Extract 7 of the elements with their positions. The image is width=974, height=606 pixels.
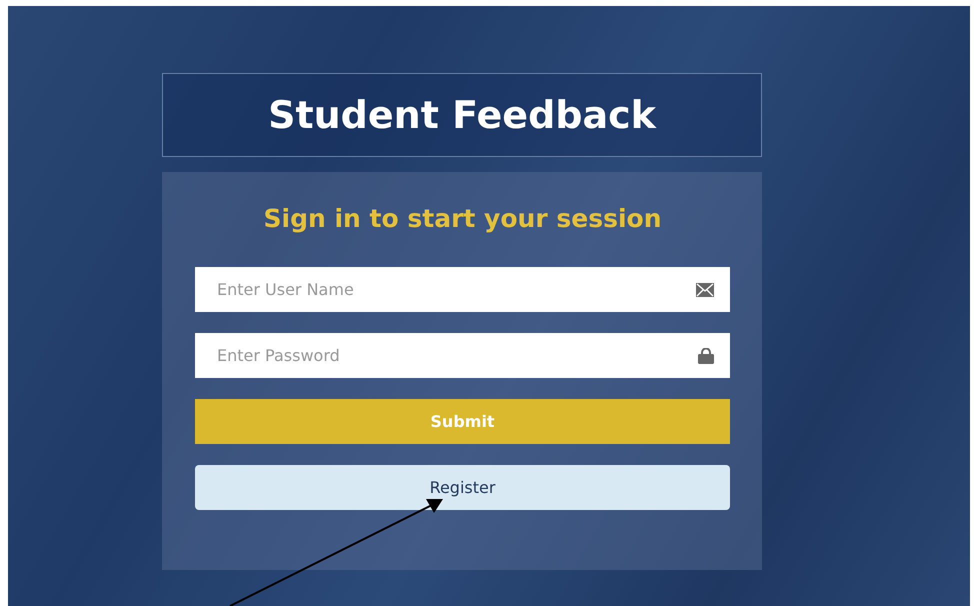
password-field[interactable]: Enter Password (195, 333, 730, 378)
lock-icon (698, 348, 714, 364)
envelope-icon (696, 282, 714, 296)
app-title: Student Feedback (162, 73, 762, 157)
card-heading: Sign in to start your session (262, 203, 662, 235)
register-button[interactable]: Register (195, 465, 730, 510)
username-field[interactable]: Enter User Name (195, 267, 730, 312)
